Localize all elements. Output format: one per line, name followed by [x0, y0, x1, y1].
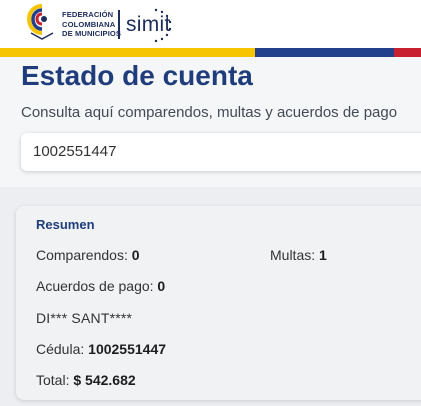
summary-title: Resumen: [36, 217, 95, 232]
multas-value: 1: [319, 247, 327, 263]
total-row: Total: $ 542.682: [36, 372, 136, 388]
total-label: Total:: [36, 372, 70, 388]
stripe-red: [394, 48, 421, 57]
simit-dots-icon: [154, 8, 172, 43]
cedula-row: Cédula: 1002551447: [36, 341, 166, 357]
comparendos-row: Comparendos: 0: [36, 247, 140, 263]
comparendos-label: Comparendos:: [36, 247, 128, 263]
federation-name-line-1: FEDERACIÓN: [62, 10, 114, 19]
header: FEDERACIÓN COLOMBIANA DE MUNICIPIOS simi…: [0, 0, 421, 48]
federation-name-line-2: COLOMBIANA: [62, 19, 116, 29]
search-input[interactable]: 1002551447: [21, 133, 421, 171]
acuerdos-row: Acuerdos de pago: 0: [36, 278, 165, 294]
total-value: $ 542.682: [73, 372, 136, 388]
federation-name-line-3: DE MUNICIPIOS: [62, 29, 122, 39]
cedula-value: 1002551447: [88, 341, 167, 357]
multas-label: Multas:: [270, 247, 316, 263]
acuerdos-label: Acuerdos de pago:: [36, 278, 154, 294]
page-title: Estado de cuenta: [21, 60, 253, 91]
acuerdos-value: 0: [157, 278, 166, 294]
masked-name: DI*** SANT****: [36, 310, 133, 326]
page-subtitle: Consulta aquí comparendos, multas y acue…: [21, 104, 398, 121]
logo-divider: [118, 10, 120, 39]
flag-stripes: [0, 48, 421, 57]
comparendos-value: 0: [131, 247, 140, 263]
simit-logo[interactable]: simit: [126, 6, 174, 44]
federation-logo-icon[interactable]: [27, 3, 57, 41]
cedula-label: Cédula:: [36, 341, 85, 357]
federation-name: FEDERACIÓN COLOMBIANA DE MUNICIPIOS: [62, 10, 121, 39]
multas-row: Multas: 1: [270, 247, 327, 263]
stripe-blue: [255, 48, 394, 57]
stripe-yellow: [0, 48, 255, 57]
summary-card: [16, 206, 421, 400]
